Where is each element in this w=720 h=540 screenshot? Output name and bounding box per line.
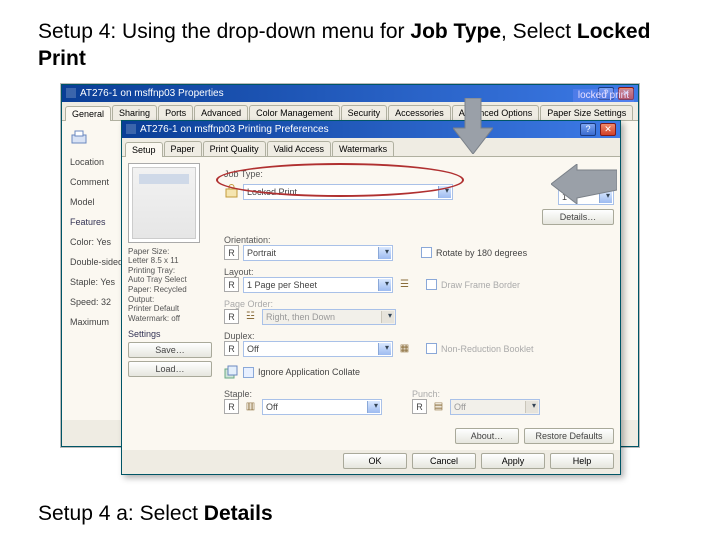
step-heading: Setup 4: Using the drop-down menu for Jo… xyxy=(38,18,682,73)
pageorder-preview-icon: ☳ xyxy=(243,309,258,324)
frame-border-label: Draw Frame Border xyxy=(441,280,520,290)
printer-icon xyxy=(126,124,136,134)
jobtype-dropdown[interactable]: Locked Print xyxy=(243,184,453,200)
collate-icon xyxy=(224,365,239,380)
tab-advanced[interactable]: Advanced xyxy=(194,105,248,120)
preferences-title: AT276-1 on msffnp03 Printing Preferences xyxy=(140,124,329,135)
layout-r-icon: R xyxy=(224,277,239,292)
copies-label: Copies: xyxy=(558,179,614,189)
properties-title: AT276-1 on msffnp03 Properties xyxy=(80,88,224,99)
preferences-dialog: AT276-1 on msffnp03 Printing Preferences… xyxy=(121,120,621,475)
booklet-checkbox[interactable] xyxy=(426,343,437,354)
layout-dropdown[interactable]: 1 Page per Sheet xyxy=(243,277,393,293)
tab-advanced-options[interactable]: Advanced Options xyxy=(452,105,540,120)
setup-right-column: Job Type: Locked Print Copies: 1 xyxy=(224,163,614,444)
apply-button[interactable]: Apply xyxy=(481,453,545,469)
save-settings-button[interactable]: Save… xyxy=(128,342,212,358)
about-button[interactable]: About… xyxy=(455,428,519,444)
load-settings-button[interactable]: Load… xyxy=(128,361,212,377)
properties-titlebar: AT276-1 on msffnp03 Properties ? ✕ xyxy=(62,85,638,102)
ignore-collate-checkbox[interactable] xyxy=(243,367,254,378)
tab-ports[interactable]: Ports xyxy=(158,105,193,120)
tab-print-quality[interactable]: Print Quality xyxy=(203,141,266,156)
booklet-label: Non-Reduction Booklet xyxy=(441,344,534,354)
tab-watermarks[interactable]: Watermarks xyxy=(332,141,394,156)
screenshot-container: AT276-1 on msffnp03 Properties ? ✕ locke… xyxy=(60,83,640,448)
jobtype-icon xyxy=(224,184,239,199)
jobtype-label: Job Type: xyxy=(224,169,614,179)
rotate-checkbox[interactable] xyxy=(421,247,432,258)
tab-paper[interactable]: Paper xyxy=(164,141,202,156)
preview-properties: Paper Size: Letter 8.5 x 11 Printing Tra… xyxy=(128,247,218,324)
settings-group-label: Settings xyxy=(128,329,218,339)
staple-r-icon: R xyxy=(224,399,239,414)
tab-color-management[interactable]: Color Management xyxy=(249,105,340,120)
properties-tabs: General Sharing Ports Advanced Color Man… xyxy=(62,102,638,120)
tab-paper-size[interactable]: Paper Size Settings xyxy=(540,105,633,120)
punch-r-icon: R xyxy=(412,399,427,414)
heading-jobtype: Job Type xyxy=(410,20,501,43)
orientation-r-icon: R xyxy=(224,245,239,260)
punch-dropdown: Off xyxy=(450,399,540,415)
preferences-titlebar: AT276-1 on msffnp03 Printing Preferences… xyxy=(122,121,620,138)
printer-large-icon xyxy=(70,129,88,147)
tab-security[interactable]: Security xyxy=(341,105,388,120)
duplex-dropdown[interactable]: Off xyxy=(243,341,393,357)
rotate-label: Rotate by 180 degrees xyxy=(436,248,527,258)
pageorder-label: Page Order: xyxy=(224,299,614,309)
page-preview xyxy=(128,163,200,243)
tab-valid-access[interactable]: Valid Access xyxy=(267,141,331,156)
help-button[interactable]: Help xyxy=(550,453,614,469)
close-button[interactable]: ✕ xyxy=(600,123,616,136)
help-button[interactable]: ? xyxy=(580,123,596,136)
ignore-collate-label: Ignore Application Collate xyxy=(258,367,360,377)
layout-label: Layout: xyxy=(224,267,614,277)
tab-accessories[interactable]: Accessories xyxy=(388,105,451,120)
staple-label: Staple: xyxy=(224,389,382,399)
restore-defaults-button[interactable]: Restore Defaults xyxy=(524,428,614,444)
duplex-preview-icon: ▦ xyxy=(397,341,412,356)
duplex-label: Duplex: xyxy=(224,331,614,341)
cancel-button[interactable]: Cancel xyxy=(412,453,476,469)
duplex-r-icon: R xyxy=(224,341,239,356)
preferences-tabs: Setup Paper Print Quality Valid Access W… xyxy=(122,138,620,156)
locked-print-tag: locked print xyxy=(573,89,634,102)
ok-button[interactable]: OK xyxy=(343,453,407,469)
orientation-label: Orientation: xyxy=(224,235,614,245)
heading-mid: , Select xyxy=(501,20,577,43)
setup-inner-footer: About… Restore Defaults xyxy=(224,428,614,444)
frame-border-checkbox[interactable] xyxy=(426,279,437,290)
layout-preview-icon: ☰ xyxy=(397,277,412,292)
step-caption: Setup 4 a: Select Details xyxy=(38,502,273,526)
staple-preview-icon: ▥ xyxy=(243,399,258,414)
pageorder-dropdown: Right, then Down xyxy=(262,309,396,325)
tab-setup[interactable]: Setup xyxy=(125,142,163,157)
caption-details: Details xyxy=(204,502,273,525)
setup-left-column: Paper Size: Letter 8.5 x 11 Printing Tra… xyxy=(128,163,218,444)
orientation-dropdown[interactable]: Portrait xyxy=(243,245,393,261)
punch-preview-icon: ▤ xyxy=(431,399,446,414)
printer-icon xyxy=(66,88,76,98)
preferences-body: Paper Size: Letter 8.5 x 11 Printing Tra… xyxy=(122,156,620,450)
pageorder-r-icon: R xyxy=(224,309,239,324)
tab-general[interactable]: General xyxy=(65,106,111,121)
preferences-footer: OK Cancel Apply Help xyxy=(122,450,620,474)
tab-sharing[interactable]: Sharing xyxy=(112,105,157,120)
details-button[interactable]: Details… xyxy=(542,209,614,225)
caption-prefix: Setup 4 a: Select xyxy=(38,502,204,525)
punch-label: Punch: xyxy=(412,389,540,399)
staple-dropdown[interactable]: Off xyxy=(262,399,382,415)
heading-prefix: Setup 4: Using the drop-down menu for xyxy=(38,20,410,43)
copies-spinner[interactable]: 1 xyxy=(558,189,614,205)
